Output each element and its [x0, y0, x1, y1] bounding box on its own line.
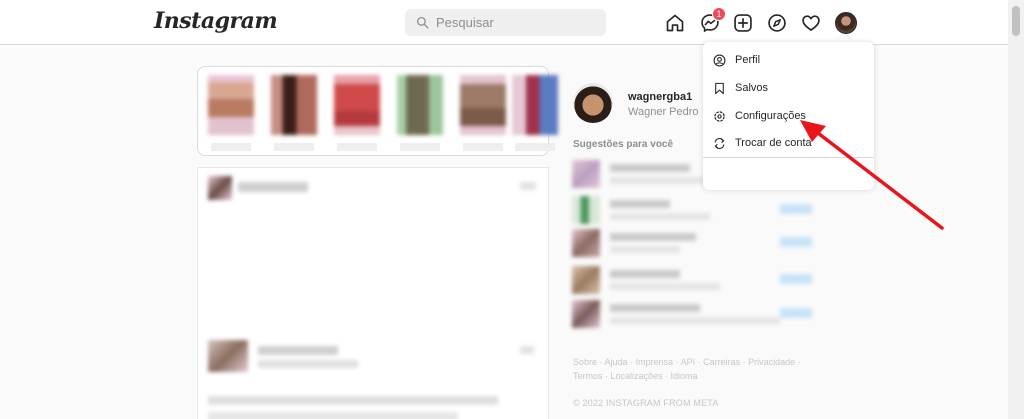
scrollbar-thumb[interactable]: [1012, 6, 1020, 36]
story-item[interactable]: [334, 75, 380, 151]
story-item[interactable]: [512, 75, 558, 151]
suggestions-title: Sugestões para você: [573, 139, 674, 150]
top-nav-bar: Instagram 1: [0, 0, 1008, 45]
notification-badge: 1: [712, 7, 726, 21]
footer-link[interactable]: Ajuda: [605, 357, 628, 367]
profile-avatar-button[interactable]: [835, 12, 857, 34]
switch-account-icon: [714, 137, 725, 149]
search-box[interactable]: [405, 9, 606, 36]
profile-circle-icon: [713, 54, 726, 66]
footer-link[interactable]: Localizações: [611, 371, 663, 381]
suggestion-row[interactable]: [572, 196, 812, 226]
follow-button[interactable]: [780, 274, 812, 284]
suggestion-row[interactable]: [572, 229, 812, 259]
copyright-text: © 2022 INSTAGRAM FROM META: [573, 398, 719, 408]
feed-post: [197, 167, 549, 419]
footer-links: Sobre · Ajuda · Imprensa · API · Carreir…: [573, 357, 801, 381]
follow-button[interactable]: [780, 237, 812, 247]
search-icon: [416, 16, 429, 29]
story-item[interactable]: [208, 75, 254, 151]
story-item[interactable]: [397, 75, 443, 151]
story-item[interactable]: [271, 75, 317, 151]
home-icon[interactable]: [664, 12, 686, 34]
profile-full-name: Wagner Pedro: [628, 106, 699, 118]
messenger-icon[interactable]: 1: [699, 7, 726, 34]
footer-link[interactable]: API: [681, 357, 696, 367]
profile-username[interactable]: wagnergba1: [628, 91, 692, 103]
menu-item-label: Salvos: [735, 82, 769, 94]
annotation-arrow: [800, 120, 944, 230]
footer-link[interactable]: Privacidade: [748, 357, 795, 367]
search-input[interactable]: [436, 15, 596, 30]
menu-item-saved[interactable]: Salvos: [703, 74, 874, 102]
follow-button[interactable]: [780, 308, 812, 318]
story-item[interactable]: [460, 75, 506, 151]
settings-gear-icon: [714, 110, 725, 122]
avatar: [835, 12, 857, 34]
footer-link[interactable]: Imprensa: [636, 357, 674, 367]
instagram-logo[interactable]: Instagram: [154, 8, 278, 34]
profile-photo[interactable]: [573, 83, 613, 123]
footer-link[interactable]: Idioma: [671, 371, 698, 381]
suggestion-row[interactable]: [572, 266, 812, 296]
menu-item-label: Perfil: [735, 54, 761, 66]
footer-link[interactable]: Termos: [573, 371, 603, 381]
activity-heart-icon[interactable]: [800, 12, 822, 34]
bookmark-icon: [715, 82, 724, 94]
new-post-icon[interactable]: [732, 12, 754, 34]
explore-icon[interactable]: [766, 12, 788, 34]
footer-link[interactable]: Carreiras: [703, 357, 740, 367]
menu-item-profile[interactable]: Perfil: [703, 46, 874, 74]
stories-tray: [197, 66, 558, 156]
page-scrollbar[interactable]: [1008, 0, 1024, 419]
suggestion-row[interactable]: [572, 300, 812, 330]
footer-link[interactable]: Sobre: [573, 357, 597, 367]
